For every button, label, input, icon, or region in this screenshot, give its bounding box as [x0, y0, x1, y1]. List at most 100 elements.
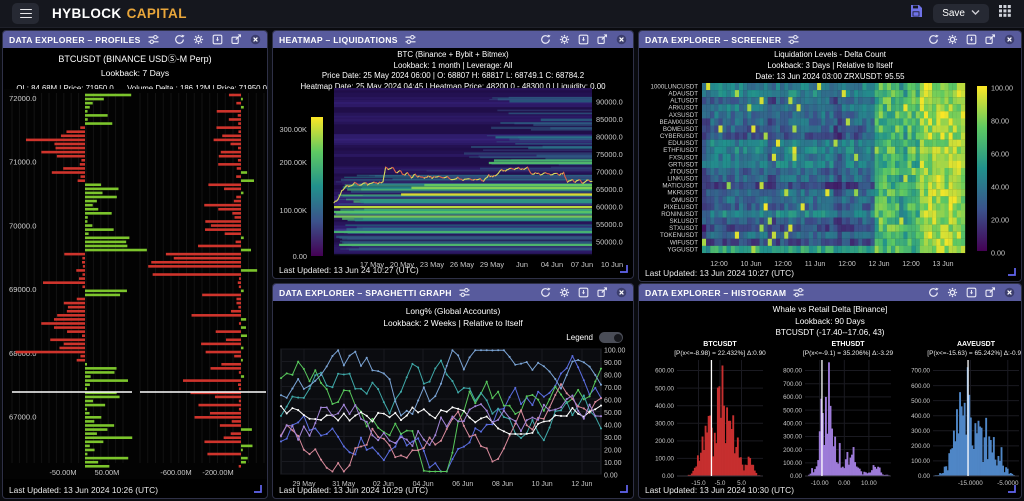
settings-gear-icon[interactable] — [193, 34, 204, 45]
resize-corner-icon[interactable] — [1007, 267, 1016, 278]
svg-text:50.00M: 50.00M — [95, 468, 120, 477]
svg-text:29 May: 29 May — [480, 260, 505, 269]
svg-text:10 Jun: 10 Jun — [532, 481, 553, 488]
panel-actions — [928, 287, 1015, 298]
export-icon[interactable] — [597, 34, 608, 45]
svg-text:ADAUSDT: ADAUSDT — [668, 91, 698, 98]
svg-text:700.00: 700.00 — [783, 381, 802, 388]
refresh-icon[interactable] — [540, 34, 551, 45]
refresh-icon[interactable] — [928, 287, 939, 298]
apps-grid-icon[interactable] — [999, 5, 1012, 23]
resize-corner-icon[interactable] — [1007, 484, 1016, 495]
export-icon[interactable] — [985, 34, 996, 45]
price-date-line: Price Date: 25 May 2024 06:00 | O: 68807… — [273, 71, 633, 82]
svg-text:12 Jun: 12 Jun — [571, 481, 592, 488]
menu-button[interactable] — [12, 3, 39, 24]
settings-gear-icon[interactable] — [947, 287, 958, 298]
svg-text:-15.0000: -15.0000 — [958, 480, 983, 487]
export-icon[interactable] — [985, 287, 996, 298]
panel-histogram: DATA EXPLORER – HISTOGRAM Whale vs Retai… — [638, 283, 1022, 499]
svg-text:100.00: 100.00 — [911, 458, 930, 465]
panel-screener-body: Liquidation Levels - Delta Count Lookbac… — [639, 48, 1021, 281]
sliders-icon[interactable] — [788, 34, 799, 45]
svg-text:SKLUSDT: SKLUSDT — [669, 218, 698, 225]
svg-text:100.00K: 100.00K — [279, 206, 307, 215]
screener-heatmap-chart[interactable]: 1000LUNCUSDTADAUSDTALTUSDTARKUSDTAXSUSDT… — [640, 79, 1021, 271]
resize-corner-icon[interactable] — [619, 264, 628, 275]
close-icon[interactable] — [250, 34, 261, 45]
save-panel-icon[interactable] — [578, 287, 589, 298]
resize-corner-icon[interactable] — [619, 484, 628, 495]
last-updated: Last Updated: 13 Jun 2024 10:26 (UTC) — [9, 485, 158, 495]
sliders-icon[interactable] — [405, 34, 416, 45]
panel-liquidations: HEATMAP – LIQUIDATIONS BTC (Binance + By… — [272, 30, 634, 279]
svg-text:600.00: 600.00 — [655, 368, 674, 375]
svg-text:11 Jun: 11 Jun — [805, 261, 826, 268]
brand-logo[interactable]: HYBLOCKCAPITAL — [52, 6, 187, 21]
liquidations-heatmap-chart[interactable]: 300.00K200.00K100.00K0.0090000.085000.08… — [274, 87, 633, 271]
sliders-icon[interactable] — [793, 287, 804, 298]
panel-spaghetti-body: Long% (Global Accounts) Lookback: 2 Week… — [273, 301, 633, 498]
svg-text:80000.0: 80000.0 — [596, 133, 623, 142]
refresh-icon[interactable] — [540, 287, 551, 298]
svg-text:80.00: 80.00 — [991, 117, 1009, 126]
svg-text:100.00: 100.00 — [655, 456, 674, 463]
histogram-btcusdt[interactable]: BTCUSDT[P(x<=-8.98) = 22.432%] Δ:0.900.0… — [639, 336, 767, 498]
svg-text:WIFUSDT: WIFUSDT — [670, 239, 698, 246]
svg-text:[P(x<=-15.63) = 65.242%] Δ:-0.: [P(x<=-15.63) = 65.242%] Δ:-0.97 — [927, 350, 1021, 357]
sliders-icon[interactable] — [148, 34, 159, 45]
export-icon[interactable] — [231, 34, 242, 45]
svg-text:70.00: 70.00 — [604, 385, 622, 392]
sliders-icon[interactable] — [459, 287, 470, 298]
spaghetti-chart[interactable]: 100.0090.0080.0070.0060.0050.0040.0030.0… — [273, 346, 633, 496]
refresh-icon[interactable] — [928, 34, 939, 45]
close-icon[interactable] — [1004, 34, 1015, 45]
chart-lookback: Lookback: 2 Weeks | Relative to Itself — [273, 317, 633, 329]
panel-spaghetti: DATA EXPLORER – SPAGHETTI GRAPH Long% (G… — [272, 283, 634, 499]
svg-text:ETHUSDT: ETHUSDT — [831, 341, 865, 348]
legend-label: Legend — [566, 333, 593, 342]
panel-actions — [174, 34, 261, 45]
svg-text:60000.0: 60000.0 — [596, 203, 623, 212]
brand-secondary: CAPITAL — [127, 6, 187, 21]
svg-text:29 May: 29 May — [293, 481, 316, 488]
save-panel-icon[interactable] — [578, 34, 589, 45]
svg-text:0.00: 0.00 — [293, 252, 307, 261]
svg-text:400.00: 400.00 — [911, 413, 930, 420]
svg-text:02 Jun: 02 Jun — [373, 481, 394, 488]
save-layout-icon[interactable] — [909, 4, 923, 23]
svg-text:300.00: 300.00 — [655, 420, 674, 427]
refresh-icon[interactable] — [174, 34, 185, 45]
chart-lookback: Lookback: 90 Days — [639, 316, 1021, 328]
svg-text:0.00: 0.00 — [838, 480, 851, 487]
close-icon[interactable] — [1004, 287, 1015, 298]
histogram-ethusdt[interactable]: ETHUSDT[P(x<=-9.1) = 35.206%] Δ:-3.290.0… — [767, 336, 895, 498]
svg-text:100.00: 100.00 — [783, 460, 802, 467]
svg-text:23 May: 23 May — [420, 260, 445, 269]
resize-corner-icon[interactable] — [253, 484, 262, 495]
close-icon[interactable] — [616, 287, 627, 298]
panel-profiles-body: BTCUSDT (BINANCE USDⓈ-M Perp) Lookback: … — [3, 48, 267, 498]
settings-gear-icon[interactable] — [559, 34, 570, 45]
save-panel-icon[interactable] — [966, 287, 977, 298]
svg-text:08 Jun: 08 Jun — [492, 481, 513, 488]
save-panel-icon[interactable] — [212, 34, 223, 45]
svg-text:10.00: 10.00 — [604, 460, 622, 467]
close-icon[interactable] — [616, 34, 627, 45]
navbar-actions: Save — [909, 4, 1012, 23]
svg-text:MKRUSDT: MKRUSDT — [667, 190, 698, 197]
settings-gear-icon[interactable] — [559, 287, 570, 298]
svg-text:0.00: 0.00 — [662, 473, 675, 480]
legend-toggle[interactable] — [599, 332, 623, 343]
save-panel-icon[interactable] — [966, 34, 977, 45]
settings-gear-icon[interactable] — [947, 34, 958, 45]
histogram-aaveusdt[interactable]: AAVEUSDT[P(x<=-15.63) = 65.242%] Δ:-0.97… — [895, 336, 1021, 498]
export-icon[interactable] — [597, 287, 608, 298]
svg-text:04 Jun: 04 Jun — [413, 481, 434, 488]
chart-title: BTC (Binance + Bybit + Bitmex) — [273, 50, 633, 61]
chart-lookback: Lookback: 3 Days | Relative to Itself — [639, 61, 1021, 72]
save-button[interactable]: Save — [933, 4, 989, 23]
svg-text:-10.00: -10.00 — [811, 480, 829, 487]
profiles-chart[interactable]: 72000.071000.070000.069000.068000.067000… — [4, 89, 267, 479]
svg-text:0.00: 0.00 — [918, 473, 931, 480]
